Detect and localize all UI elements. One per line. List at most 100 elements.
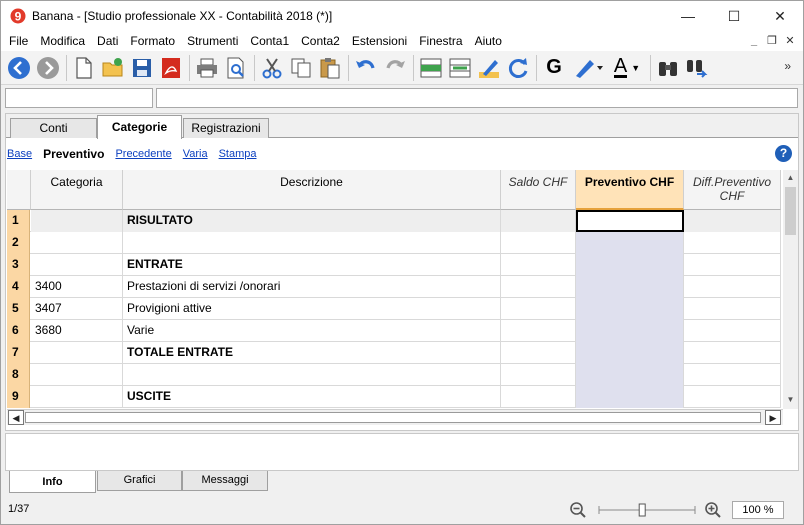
row-number[interactable]: 4 xyxy=(7,276,30,298)
row-number[interactable]: 9 xyxy=(7,386,30,408)
cell-categoria[interactable] xyxy=(31,386,123,408)
cell-saldo[interactable] xyxy=(501,364,576,386)
cell-preventivo[interactable] xyxy=(576,364,684,386)
cell-preventivo[interactable] xyxy=(576,298,684,320)
column-header-diff-preventivo[interactable]: Diff.Preventivo CHF xyxy=(684,170,781,210)
view-precedente[interactable]: Precedente xyxy=(115,148,171,160)
redo-button[interactable] xyxy=(381,53,409,83)
cell-saldo[interactable] xyxy=(501,320,576,342)
help-icon[interactable]: ? xyxy=(775,145,792,162)
menu-formato[interactable]: Formato xyxy=(124,31,181,51)
column-header-descrizione[interactable]: Descrizione xyxy=(123,170,501,210)
scroll-right-icon[interactable]: ▶ xyxy=(765,410,781,425)
mdi-minimize-icon[interactable]: _ xyxy=(747,34,761,48)
tab-info[interactable]: Info xyxy=(9,471,96,493)
cell-diff-preventivo[interactable] xyxy=(684,342,781,364)
menu-modifica[interactable]: Modifica xyxy=(34,31,91,51)
cell-diff-preventivo[interactable] xyxy=(684,210,781,232)
vertical-scroll-thumb[interactable] xyxy=(785,187,796,235)
cell-preventivo[interactable] xyxy=(576,320,684,342)
view-base[interactable]: Base xyxy=(7,148,32,160)
tab-categorie[interactable]: Categorie xyxy=(97,115,182,139)
cell-diff-preventivo[interactable] xyxy=(684,386,781,408)
row-number[interactable]: 6 xyxy=(7,320,30,342)
cell-diff-preventivo[interactable] xyxy=(684,320,781,342)
cell-preventivo[interactable] xyxy=(576,386,684,408)
cell-descrizione[interactable]: Provigioni attive xyxy=(123,298,501,320)
cell-categoria[interactable] xyxy=(31,342,123,364)
cell-descrizione[interactable]: RISULTATO xyxy=(123,210,501,232)
scroll-down-icon[interactable]: ▼ xyxy=(783,392,798,408)
menu-dati[interactable]: Dati xyxy=(91,31,124,51)
cell-preventivo[interactable] xyxy=(576,210,684,232)
row-number[interactable]: 2 xyxy=(7,232,30,254)
new-file-button[interactable] xyxy=(70,53,98,83)
tab-registrazioni[interactable]: Registrazioni xyxy=(183,118,269,138)
zoom-level-field[interactable]: 100 % xyxy=(732,501,784,519)
cell-preventivo[interactable] xyxy=(576,342,684,364)
cell-diff-preventivo[interactable] xyxy=(684,298,781,320)
cell-descrizione[interactable]: ENTRATE xyxy=(123,254,501,276)
menu-conta1[interactable]: Conta1 xyxy=(244,31,295,51)
zoom-slider[interactable] xyxy=(597,503,697,517)
menu-finestra[interactable]: Finestra xyxy=(413,31,468,51)
tab-messaggi[interactable]: Messaggi xyxy=(182,471,268,491)
edit-button[interactable] xyxy=(475,53,503,83)
close-button[interactable]: ✕ xyxy=(757,1,803,31)
cell-reference-field[interactable] xyxy=(5,88,153,108)
cell-categoria[interactable] xyxy=(31,232,123,254)
cell-categoria[interactable]: 3400 xyxy=(31,276,123,298)
pdf-button[interactable] xyxy=(157,53,185,83)
delete-rows-button[interactable] xyxy=(446,53,474,83)
cell-diff-preventivo[interactable] xyxy=(684,276,781,298)
cell-descrizione[interactable] xyxy=(123,232,501,254)
paste-button[interactable] xyxy=(316,53,344,83)
cell-categoria[interactable]: 3407 xyxy=(31,298,123,320)
view-varia[interactable]: Varia xyxy=(183,148,208,160)
minimize-button[interactable]: — xyxy=(665,1,711,31)
cell-diff-preventivo[interactable] xyxy=(684,254,781,276)
row-number[interactable]: 8 xyxy=(7,364,30,386)
cut-button[interactable] xyxy=(258,53,286,83)
mdi-restore-icon[interactable]: ❐ xyxy=(765,34,779,48)
menu-strumenti[interactable]: Strumenti xyxy=(181,31,244,51)
zoom-out-icon[interactable] xyxy=(569,501,587,519)
menu-file[interactable]: File xyxy=(1,31,34,51)
cell-descrizione[interactable]: USCITE xyxy=(123,386,501,408)
toolbar-more-icon[interactable]: » xyxy=(784,59,791,73)
column-header-saldo[interactable]: Saldo CHF xyxy=(501,170,576,210)
scroll-left-icon[interactable]: ◀ xyxy=(8,410,24,425)
cell-saldo[interactable] xyxy=(501,298,576,320)
cell-descrizione[interactable] xyxy=(123,364,501,386)
undo-button[interactable] xyxy=(352,53,380,83)
cell-saldo[interactable] xyxy=(501,276,576,298)
view-preventivo[interactable]: Preventivo xyxy=(43,147,104,161)
menu-estensioni[interactable]: Estensioni xyxy=(346,31,413,51)
print-preview-button[interactable] xyxy=(222,53,250,83)
cell-categoria[interactable] xyxy=(31,364,123,386)
cell-content-field[interactable] xyxy=(156,88,798,108)
font-color-button[interactable]: A ▼ xyxy=(608,53,646,83)
highlight-button[interactable] xyxy=(569,53,607,83)
tab-conti[interactable]: Conti xyxy=(10,118,97,138)
find-button[interactable] xyxy=(654,53,682,83)
row-number[interactable]: 7 xyxy=(7,342,30,364)
cell-saldo[interactable] xyxy=(501,254,576,276)
cell-preventivo[interactable] xyxy=(576,276,684,298)
cell-categoria[interactable]: 3680 xyxy=(31,320,123,342)
row-number[interactable]: 5 xyxy=(7,298,30,320)
cell-diff-preventivo[interactable] xyxy=(684,364,781,386)
zoom-in-icon[interactable] xyxy=(704,501,722,519)
row-number[interactable]: 1 xyxy=(7,210,30,232)
mdi-close-icon[interactable]: ✕ xyxy=(783,34,797,48)
horizontal-scroll-thumb[interactable] xyxy=(25,412,761,423)
bold-button[interactable]: G xyxy=(540,53,568,83)
horizontal-scrollbar[interactable]: ◀ ▶ xyxy=(7,409,783,425)
find-next-button[interactable] xyxy=(683,53,711,83)
zoom-slider-thumb[interactable] xyxy=(638,503,646,517)
maximize-button[interactable]: ☐ xyxy=(711,1,757,31)
forward-button[interactable] xyxy=(34,53,62,83)
cell-saldo[interactable] xyxy=(501,232,576,254)
cell-preventivo[interactable] xyxy=(576,254,684,276)
menu-conta2[interactable]: Conta2 xyxy=(295,31,346,51)
